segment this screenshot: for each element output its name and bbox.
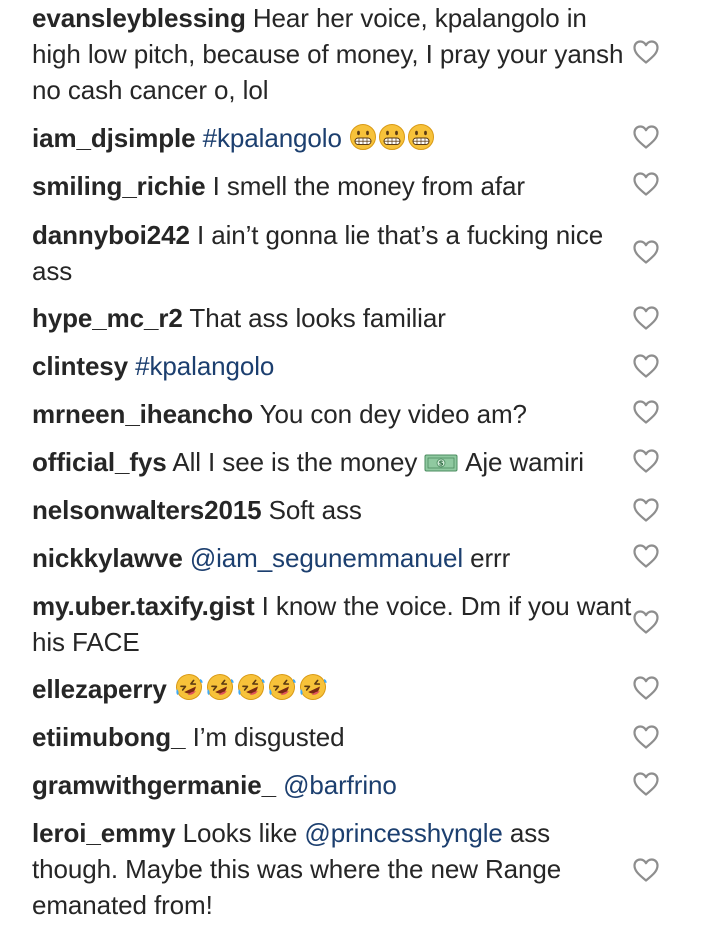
heart-outline-icon[interactable] bbox=[632, 771, 660, 797]
comment-row: official_fys All I see is the money $ Aj… bbox=[32, 444, 720, 484]
svg-text:$: $ bbox=[439, 460, 444, 468]
comment-body-text bbox=[342, 123, 349, 153]
comment-username-link[interactable]: ellezaperry bbox=[32, 674, 167, 704]
comment-body-text: Soft ass bbox=[268, 495, 362, 525]
comment-text: smiling_richie I smell the money from af… bbox=[32, 168, 632, 204]
rofl-face-emoji bbox=[267, 672, 297, 711]
comment-text: etiimubong_ I’m disgusted bbox=[32, 719, 632, 755]
comment-username-link[interactable]: evansleyblessing bbox=[32, 3, 246, 33]
hashtag-link[interactable]: #kpalangolo bbox=[203, 123, 342, 153]
comment-text: mrneen_iheancho You con dey video am? bbox=[32, 396, 632, 432]
comment-username-link[interactable]: clintesy bbox=[32, 351, 128, 381]
comment-row: my.uber.taxify.gist I know the voice. Dm… bbox=[32, 588, 720, 660]
comment-username-link[interactable]: official_fys bbox=[32, 447, 167, 477]
heart-outline-icon[interactable] bbox=[632, 448, 660, 474]
heart-outline-icon[interactable] bbox=[632, 353, 660, 379]
comment-text: my.uber.taxify.gist I know the voice. Dm… bbox=[32, 588, 632, 660]
heart-outline-icon[interactable] bbox=[632, 239, 660, 265]
rofl-face-emoji bbox=[174, 672, 204, 711]
comment-row: nelsonwalters2015 Soft ass bbox=[32, 492, 720, 528]
comment-row: clintesy #kpalangolo bbox=[32, 348, 720, 384]
heart-outline-icon[interactable] bbox=[632, 171, 660, 197]
grin-face-emoji bbox=[407, 123, 435, 160]
comment-text: leroi_emmy Looks like @princesshyngle as… bbox=[32, 815, 632, 923]
rofl-face-emoji bbox=[298, 672, 328, 711]
heart-outline-icon[interactable] bbox=[632, 857, 660, 883]
comment-text: iam_djsimple #kpalangolo bbox=[32, 120, 632, 160]
comment-row: smiling_richie I smell the money from af… bbox=[32, 168, 720, 204]
comment-username-link[interactable]: nickkylawve bbox=[32, 543, 183, 573]
comment-body-text: I’m disgusted bbox=[192, 722, 345, 752]
comment-text: evansleyblessing Hear her voice, kpalang… bbox=[32, 0, 632, 108]
hashtag-link[interactable]: #kpalangolo bbox=[135, 351, 274, 381]
comment-text: gramwithgermanie_ @barfrino bbox=[32, 767, 632, 803]
comment-body-text: You con dey video am? bbox=[259, 399, 527, 429]
heart-outline-icon[interactable] bbox=[632, 39, 660, 65]
comment-row: leroi_emmy Looks like @princesshyngle as… bbox=[32, 815, 720, 923]
comment-text: official_fys All I see is the money $ Aj… bbox=[32, 444, 632, 484]
comment-text: nickkylawve @iam_segunemmanuel errr bbox=[32, 540, 632, 576]
comment-text: hype_mc_r2 That ass looks familiar bbox=[32, 300, 632, 336]
comment-text: ellezaperry bbox=[32, 671, 632, 711]
comment-body-text: That ass looks familiar bbox=[189, 303, 446, 333]
heart-outline-icon[interactable] bbox=[632, 543, 660, 569]
comment-row: etiimubong_ I’m disgusted bbox=[32, 719, 720, 755]
comment-row: dannyboi242 I ain’t gonna lie that’s a f… bbox=[32, 217, 720, 289]
comment-username-link[interactable]: nelsonwalters2015 bbox=[32, 495, 262, 525]
comment-row: ellezaperry bbox=[32, 671, 720, 711]
comment-username-link[interactable]: iam_djsimple bbox=[32, 123, 196, 153]
rofl-face-emoji bbox=[236, 672, 266, 711]
comment-body-text: Looks like bbox=[182, 818, 305, 848]
comment-text: nelsonwalters2015 Soft ass bbox=[32, 492, 632, 528]
mention-link[interactable]: @barfrino bbox=[283, 770, 397, 800]
comment-row: gramwithgermanie_ @barfrino bbox=[32, 767, 720, 803]
dollar-banknote-emoji: $ bbox=[424, 448, 458, 484]
comment-text: clintesy #kpalangolo bbox=[32, 348, 632, 384]
comment-username-link[interactable]: hype_mc_r2 bbox=[32, 303, 183, 333]
mention-link[interactable]: @iam_segunemmanuel bbox=[190, 543, 463, 573]
comment-username-link[interactable]: smiling_richie bbox=[32, 171, 206, 201]
heart-outline-icon[interactable] bbox=[632, 305, 660, 331]
comment-body-text: I smell the money from afar bbox=[212, 171, 525, 201]
heart-outline-icon[interactable] bbox=[632, 399, 660, 425]
comment-username-link[interactable]: gramwithgermanie_ bbox=[32, 770, 276, 800]
comment-row: iam_djsimple #kpalangolo bbox=[32, 120, 720, 160]
comment-username-link[interactable]: leroi_emmy bbox=[32, 818, 176, 848]
rofl-face-emoji bbox=[205, 672, 235, 711]
comment-username-link[interactable]: dannyboi242 bbox=[32, 220, 190, 250]
mention-link[interactable]: @princesshyngle bbox=[304, 818, 502, 848]
comment-username-link[interactable]: mrneen_iheancho bbox=[32, 399, 253, 429]
comment-row: evansleyblessing Hear her voice, kpalang… bbox=[32, 0, 720, 108]
comment-username-link[interactable]: my.uber.taxify.gist bbox=[32, 591, 255, 621]
grin-face-emoji bbox=[349, 123, 377, 160]
grin-face-emoji bbox=[378, 123, 406, 160]
comment-row: hype_mc_r2 That ass looks familiar bbox=[32, 300, 720, 336]
comment-body-text: errr bbox=[463, 543, 511, 573]
heart-outline-icon[interactable] bbox=[632, 675, 660, 701]
comment-username-link[interactable]: etiimubong_ bbox=[32, 722, 186, 752]
heart-outline-icon[interactable] bbox=[632, 724, 660, 750]
comment-text: dannyboi242 I ain’t gonna lie that’s a f… bbox=[32, 217, 632, 289]
heart-outline-icon[interactable] bbox=[632, 609, 660, 635]
heart-outline-icon[interactable] bbox=[632, 124, 660, 150]
comment-body-text: All I see is the money bbox=[172, 447, 425, 477]
comment-body-text: Aje wamiri bbox=[459, 447, 584, 477]
comment-row: mrneen_iheancho You con dey video am? bbox=[32, 396, 720, 432]
comment-row: nickkylawve @iam_segunemmanuel errr bbox=[32, 540, 720, 576]
heart-outline-icon[interactable] bbox=[632, 497, 660, 523]
